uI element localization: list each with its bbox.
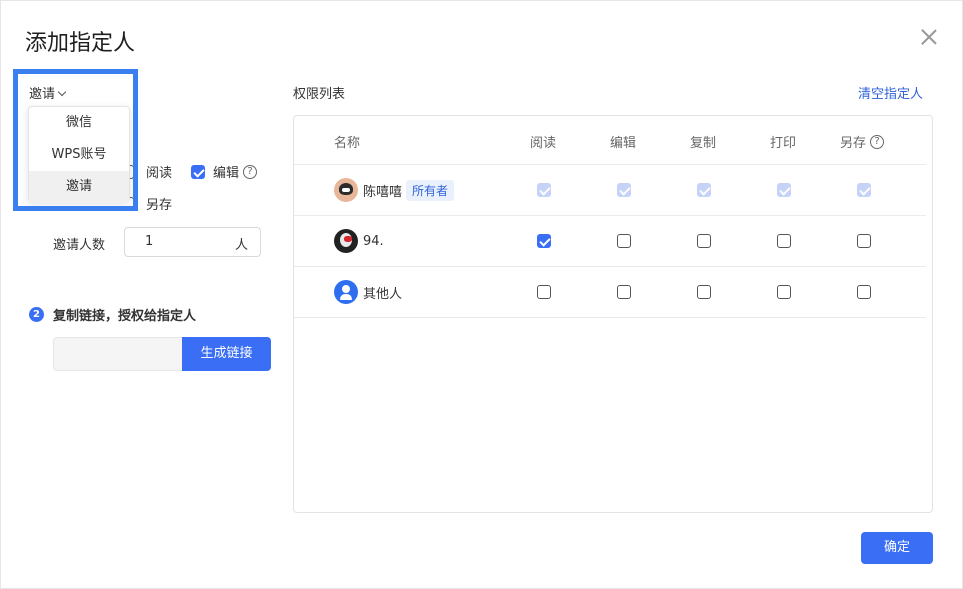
confirm-button[interactable]: 确定 bbox=[861, 532, 933, 564]
perm-option-edit-label: 编辑 bbox=[213, 166, 240, 181]
member-row-others: 其他人 bbox=[334, 280, 402, 304]
clear-assignees-link[interactable]: 清空指定人 bbox=[858, 83, 923, 102]
checkbox-print[interactable] bbox=[777, 285, 791, 299]
perm-option-read-label: 阅读 bbox=[146, 166, 173, 181]
checkbox-print[interactable] bbox=[777, 234, 791, 248]
checkbox-copy[interactable] bbox=[697, 234, 711, 248]
checkbox-save-as[interactable] bbox=[857, 285, 871, 299]
checkbox-copy bbox=[697, 183, 711, 197]
step-2-heading: 2 复制链接，授权给指定人 bbox=[29, 305, 196, 324]
header-print: 打印 bbox=[770, 136, 797, 151]
edit-checkbox[interactable] bbox=[191, 164, 205, 179]
step-number-badge: 2 bbox=[29, 307, 44, 322]
checkbox-edit[interactable] bbox=[617, 234, 631, 248]
member-name: 94. bbox=[363, 233, 384, 249]
divider bbox=[294, 266, 926, 267]
checkbox-save-as bbox=[857, 183, 871, 197]
avatar bbox=[334, 229, 358, 253]
owner-badge: 所有者 bbox=[406, 179, 455, 201]
divider bbox=[294, 164, 926, 165]
checkbox-edit[interactable] bbox=[617, 285, 631, 299]
header-edit: 编辑 bbox=[610, 136, 637, 151]
avatar bbox=[334, 178, 358, 202]
header-read: 阅读 bbox=[530, 136, 557, 151]
checkbox-print bbox=[777, 183, 791, 197]
header-name: 名称 bbox=[334, 136, 361, 151]
share-link-field[interactable] bbox=[53, 337, 183, 371]
member-row-2: 94. bbox=[334, 229, 384, 253]
dialog-title: 添加指定人 bbox=[25, 31, 136, 56]
divider bbox=[294, 317, 926, 318]
annotation-highlight-box bbox=[13, 69, 138, 211]
checkbox-copy[interactable] bbox=[697, 285, 711, 299]
checkbox-save-as[interactable] bbox=[857, 234, 871, 248]
help-icon[interactable]: ? bbox=[870, 134, 885, 149]
permission-list-title: 权限列表 bbox=[293, 87, 346, 102]
header-save-as: 另存 ? bbox=[840, 132, 885, 151]
perm-option-edit[interactable]: 编辑 ? bbox=[191, 162, 258, 181]
member-row-owner: 陈嘻嘻 所有者 bbox=[334, 178, 455, 202]
help-icon[interactable]: ? bbox=[243, 164, 258, 179]
checkbox-edit bbox=[617, 183, 631, 197]
invite-count-label: 邀请人数 bbox=[53, 238, 106, 253]
close-icon[interactable] bbox=[919, 27, 939, 47]
member-name: 陈嘻嘻 bbox=[363, 184, 403, 200]
checkbox-read bbox=[537, 183, 551, 197]
user-icon bbox=[334, 280, 358, 304]
checkbox-read[interactable] bbox=[537, 285, 551, 299]
permission-table: 名称 阅读 编辑 复制 打印 另存 ? 陈嘻嘻 所有者 94. 其他人 bbox=[293, 115, 933, 513]
header-copy: 复制 bbox=[690, 136, 717, 151]
generate-link-button[interactable]: 生成链接 bbox=[182, 337, 271, 371]
divider bbox=[294, 215, 926, 216]
member-name: 其他人 bbox=[363, 286, 403, 302]
invite-count-value: 1 bbox=[145, 234, 154, 249]
invite-count-unit: 人 bbox=[234, 238, 248, 253]
step-2-label: 复制链接，授权给指定人 bbox=[53, 309, 197, 324]
header-save-as-label: 另存 bbox=[840, 136, 867, 151]
add-assignee-dialog: 添加指定人 邀请 阅读 编辑 ? 另存 微信 WPS账号 邀请 邀请人数 1 人… bbox=[0, 0, 963, 589]
checkbox-read[interactable] bbox=[537, 234, 551, 248]
perm-option-save-label: 另存 bbox=[146, 198, 173, 213]
invite-count-input[interactable]: 1 人 bbox=[124, 227, 261, 257]
